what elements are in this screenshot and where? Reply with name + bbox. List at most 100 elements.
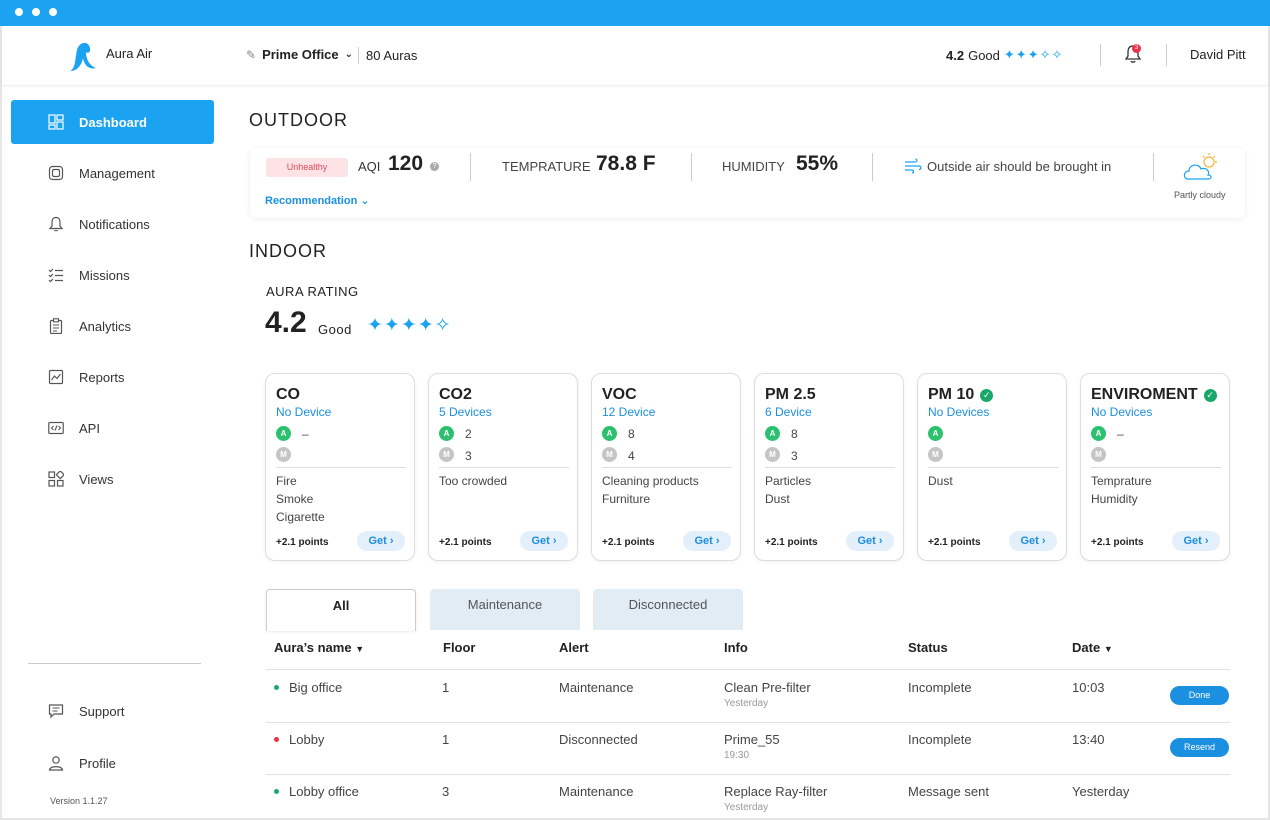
card-devices[interactable]: No Devices (928, 405, 989, 419)
cell-info: Clean Pre-filter (724, 680, 811, 695)
tab-disconnected[interactable]: Disconnected (593, 589, 743, 630)
card-points: +2.1 points (439, 537, 492, 548)
top-bar: Aura Air ✎ Prime Office ⌄ 80 Auras 4.2 G… (2, 26, 1268, 86)
resend-button[interactable]: Resend (1170, 738, 1229, 757)
pollutant-card-co2[interactable]: CO2 5 Devices A 2 M 3 Too crowded +2.1 p… (428, 373, 578, 561)
sidebar-item-notifications[interactable]: Notifications (11, 202, 214, 246)
get-button[interactable]: Get › (846, 531, 894, 551)
sidebar: Dashboard Management Notifications Missi… (2, 86, 224, 818)
source-item: Too crowded (439, 474, 508, 488)
pollutant-card-co[interactable]: CO No Device A – M Fire Smoke Cigarette … (265, 373, 415, 561)
tab-all[interactable]: All (266, 589, 416, 631)
manual-count: 3 (791, 449, 798, 463)
done-button[interactable]: Done (1170, 686, 1229, 705)
get-button[interactable]: Get › (520, 531, 568, 551)
divider (1100, 44, 1101, 66)
sidebar-item-label: Management (79, 165, 155, 181)
card-title: PM 2.5 (765, 386, 816, 403)
auto-count: 8 (791, 427, 798, 441)
auto-badge: A (928, 426, 943, 441)
divider (928, 467, 1058, 468)
sort-arrow-icon: ▼ (1103, 644, 1113, 654)
aura-logo-icon (70, 42, 96, 71)
dashboard-icon (48, 114, 64, 130)
sidebar-item-dashboard[interactable]: Dashboard (11, 100, 214, 144)
chart-icon (48, 369, 64, 385)
manual-badge: M (602, 447, 617, 462)
sidebar-item-label: Reports (79, 369, 125, 385)
divider (470, 153, 471, 181)
wind-icon (905, 158, 922, 174)
sidebar-item-reports[interactable]: Reports (11, 355, 214, 399)
card-devices[interactable]: No Device (276, 405, 331, 419)
source-item: Furniture (602, 492, 651, 506)
tab-maintenance[interactable]: Maintenance (430, 589, 580, 630)
grid-icon (48, 471, 64, 487)
user-icon (48, 756, 64, 771)
get-button[interactable]: Get › (1009, 531, 1057, 551)
card-title: PM 10 (928, 386, 975, 403)
source-item: Cleaning products (602, 474, 699, 488)
sidebar-item-label: Profile (79, 755, 116, 771)
cell-date: 10:03 (1072, 680, 1105, 695)
divider (266, 722, 1230, 723)
header-rating-label: Good (968, 47, 1000, 63)
cell-floor: 1 (442, 732, 450, 747)
manual-badge: M (1091, 447, 1106, 462)
pollutant-card-pm10[interactable]: PM 10 ✓ No Devices A M Dust +2.1 points G… (917, 373, 1067, 561)
humidity-value: 55% (796, 152, 839, 175)
help-icon[interactable]: ? (430, 162, 439, 171)
auto-count: 8 (628, 427, 635, 441)
code-icon (48, 421, 64, 435)
column-header-date[interactable]: Date ▼ (1072, 640, 1113, 655)
manual-badge: M (765, 447, 780, 462)
sidebar-item-label: Missions (79, 267, 130, 283)
aqi-label: AQI (358, 159, 381, 174)
card-devices[interactable]: 12 Device (602, 405, 655, 419)
cell-name: Big office (289, 680, 343, 695)
weather-label: Partly cloudy (1174, 190, 1226, 200)
sidebar-item-views[interactable]: Views (11, 457, 214, 501)
cell-info: Prime_55 (724, 732, 780, 747)
auto-count: 2 (465, 427, 472, 441)
rating-stars-icon: ✦✦✦✧✧ (1003, 47, 1064, 62)
get-button[interactable]: Get › (1172, 531, 1220, 551)
sidebar-item-profile[interactable]: Profile (11, 741, 214, 785)
clipboard-icon (49, 318, 63, 334)
sidebar-item-missions[interactable]: Missions (11, 253, 214, 297)
sidebar-item-api[interactable]: API (11, 406, 214, 450)
pencil-icon: ✎ (246, 47, 257, 62)
user-name[interactable]: David Pitt (1190, 47, 1246, 62)
pollutant-card-voc[interactable]: VOC 12 Device A 8 M 4 Cleaning products … (591, 373, 741, 561)
office-selector[interactable]: ✎ Prime Office ⌄ (246, 47, 353, 62)
temperature-value: 78.8 F (596, 152, 656, 175)
aura-rating-value: 4.2 (265, 306, 307, 339)
cell-alert: Maintenance (559, 680, 634, 695)
recommendation-toggle[interactable]: Recommendation ⌄ (265, 194, 370, 207)
sidebar-item-management[interactable]: Management (11, 151, 214, 195)
indoor-heading: INDOOR (249, 241, 327, 261)
humidity-label: HUMIDITY (722, 159, 785, 174)
column-label: Aura’s name (274, 640, 352, 655)
get-button[interactable]: Get › (357, 531, 405, 551)
cell-info-sub: 19:30 (724, 750, 750, 761)
divider (691, 153, 692, 181)
pollutant-card-environment[interactable]: ENVIROMENT ✓ No Devices A – M Temprature … (1080, 373, 1230, 561)
sidebar-item-support[interactable]: Support (11, 689, 214, 733)
card-devices[interactable]: 5 Devices (439, 405, 492, 419)
column-header-name[interactable]: Aura’s name ▼ (274, 640, 364, 655)
cell-status: Incomplete (908, 680, 972, 695)
pollutant-card-pm25[interactable]: PM 2.5 6 Device A 8 M 3 Particles Dust +… (754, 373, 904, 561)
brand-name: Aura Air (106, 46, 153, 61)
card-points: +2.1 points (765, 537, 818, 548)
sidebar-item-analytics[interactable]: Analytics (11, 304, 214, 348)
source-item: Smoke (276, 492, 314, 506)
status-dot-icon (274, 685, 279, 690)
card-sources: Cleaning products Furniture (602, 472, 699, 508)
get-button[interactable]: Get › (683, 531, 731, 551)
source-item: Fire (276, 474, 297, 488)
card-devices[interactable]: 6 Device (765, 405, 812, 419)
card-devices[interactable]: No Devices (1091, 405, 1152, 419)
card-title: ENVIROMENT (1091, 386, 1198, 403)
card-points: +2.1 points (276, 537, 329, 548)
